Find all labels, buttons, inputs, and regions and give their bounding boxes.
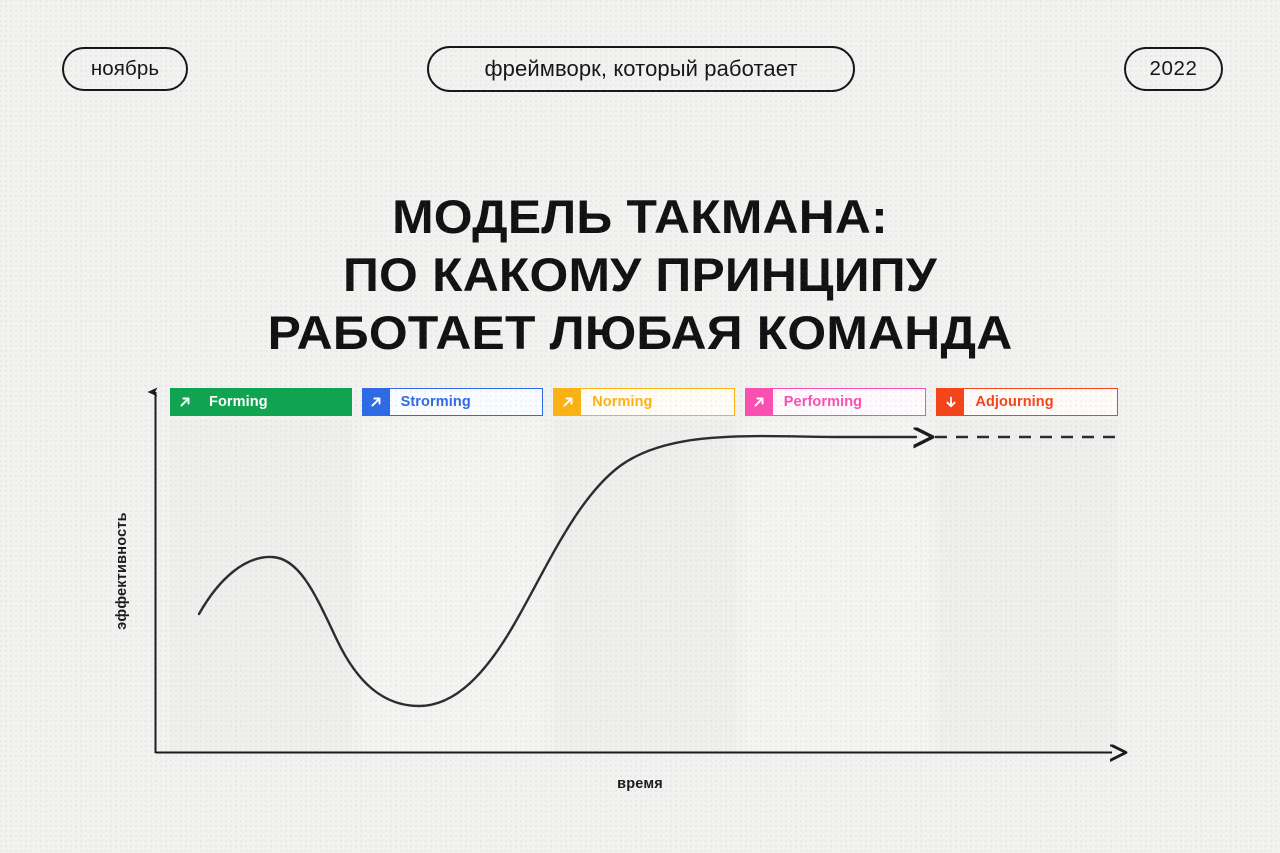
stage-badge-performing[interactable]: Performing <box>744 388 927 416</box>
stage-badge-label: Performing <box>783 394 863 410</box>
x-axis-label-text: время <box>617 776 663 792</box>
arrow-down-icon <box>937 389 965 415</box>
stage-badge-label: Forming <box>209 394 268 410</box>
arrow-up-right-icon <box>171 389 198 415</box>
stage-badge-label: Norming <box>592 394 653 410</box>
stage-badge-strorming[interactable]: Strorming <box>361 388 544 416</box>
y-axis-label-text: эффективность <box>114 512 131 630</box>
stage-badge-label: Strorming <box>400 394 471 410</box>
tuckman-model-chart <box>147 387 1280 853</box>
stage-badge-norming[interactable]: Norming <box>553 388 735 416</box>
stage-badge-row: Forming Strorming Norming Performing Adj… <box>170 388 1118 416</box>
stage-bands <box>170 420 1118 753</box>
stage-badge-forming[interactable]: Forming <box>170 388 352 416</box>
y-axis-label: эффективность <box>111 496 133 646</box>
arrow-up-right-icon <box>554 389 582 415</box>
arrow-up-right-icon <box>362 389 390 415</box>
stage-badge-label: Adjourning <box>975 394 1054 410</box>
x-axis-label: время <box>0 776 1280 792</box>
stage-badge-adjourning[interactable]: Adjourning <box>936 388 1118 416</box>
arrow-up-right-icon <box>745 389 773 415</box>
